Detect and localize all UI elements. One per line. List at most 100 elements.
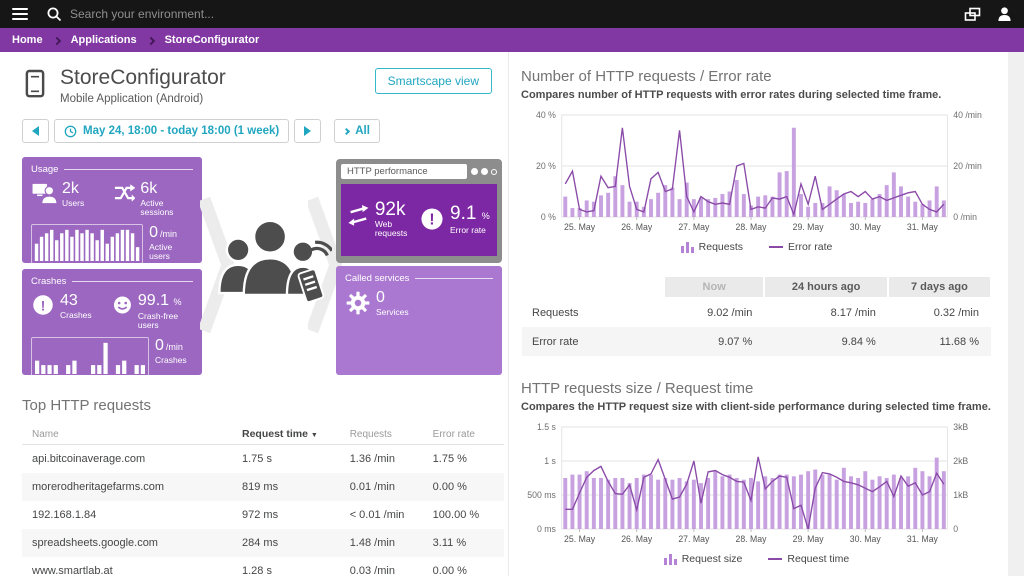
users-icon (31, 181, 57, 205)
column-header-error-rate[interactable]: Error rate (431, 424, 504, 445)
app-subtitle: Mobile Application (Android) (60, 93, 226, 105)
http-performance-label: HTTP performance (341, 164, 467, 179)
requests-error-chart[interactable]: 0 %20 %40 %0 /min20 /min40 /min25. May26… (521, 107, 992, 239)
error-rate-value: 0.00 % (431, 557, 504, 576)
table-row[interactable]: 192.168.1.84 972 ms < 0.01 /min 100.00 % (22, 501, 504, 529)
svg-text:30. May: 30. May (850, 534, 882, 544)
http-performance-tile[interactable]: HTTP performance 92k Web requests (336, 159, 502, 263)
request-name[interactable]: api.bitcoinaverage.com (22, 445, 240, 474)
legend-request-size[interactable]: Request size (664, 553, 743, 565)
comparison-table: Now 24 hours ago 7 days ago Requests 9.0… (521, 275, 992, 356)
request-name[interactable]: 192.168.1.84 (22, 501, 240, 529)
people-with-phone-icon (210, 209, 332, 317)
column-7-days-ago[interactable]: 7 days ago (888, 276, 991, 298)
sort-desc-icon: ▼ (311, 432, 318, 439)
chart-title: HTTP requests size / Request time (521, 380, 992, 397)
metric-24h: 8.17 /min (764, 298, 888, 327)
timeframe-selector: May 24, 18:00 - today 18:00 (1 week) All (22, 119, 502, 143)
request-name[interactable]: www.smartlab.at (22, 557, 240, 576)
crashes-tile[interactable]: Crashes ! 43 Crashes (22, 269, 202, 375)
table-row[interactable]: www.smartlab.at 1.28 s 0.03 /min 0.00 % (22, 557, 504, 576)
top-http-requests-table: Name Request time ▼ Requests Error rate … (22, 424, 504, 576)
svg-text:0 %: 0 % (541, 212, 556, 222)
services-count: 0 (376, 290, 409, 306)
timeframe-prev-button[interactable] (22, 119, 49, 143)
svg-text:1 s: 1 s (544, 456, 556, 466)
crashes-count: 43 (60, 293, 92, 309)
chart-subtitle: Compares number of HTTP requests with er… (521, 89, 992, 101)
svg-text:500 ms: 500 ms (527, 490, 556, 500)
legend-request-time[interactable]: Request time (768, 553, 849, 565)
request-time-value: 972 ms (240, 501, 348, 529)
breadcrumb-home[interactable]: Home (12, 34, 43, 46)
crashes-tile-label: Crashes (31, 276, 66, 287)
size-time-chart[interactable]: 0 ms500 ms1 s1.5 s01kB2kB3kB25. May26. M… (521, 419, 992, 551)
svg-text:31. May: 31. May (907, 222, 939, 232)
svg-text:31. May: 31. May (907, 534, 939, 544)
legend-requests[interactable]: Requests (681, 241, 743, 253)
legend-error-rate[interactable]: Error rate (769, 241, 832, 253)
breadcrumb-current: StoreConfigurator (165, 34, 260, 46)
metric-24h: 9.84 % (764, 327, 888, 356)
chevron-right-icon (146, 36, 154, 44)
timeframe-button[interactable]: May 24, 18:00 - today 18:00 (1 week) (54, 119, 289, 143)
table-row[interactable]: spreadsheets.google.com 284 ms 1.48 /min… (22, 529, 504, 557)
usage-sparkline (34, 227, 140, 261)
mobile-app-icon (22, 66, 48, 102)
requests-value: 0.03 /min (348, 557, 431, 576)
bar-chart-icon (681, 242, 694, 253)
timeframe-next-button[interactable] (294, 119, 321, 143)
request-name[interactable]: spreadsheets.google.com (22, 529, 240, 557)
error-rate-value: 100.00 % (431, 501, 504, 529)
sessions-icon (112, 181, 135, 205)
metric-7d: 11.68 % (888, 327, 991, 356)
column-header-requests[interactable]: Requests (348, 424, 431, 445)
column-header-request-time[interactable]: Request time ▼ (240, 424, 348, 445)
window-switcher-icon[interactable] (964, 7, 981, 22)
svg-text:25. May: 25. May (564, 222, 596, 232)
search-icon[interactable] (46, 6, 62, 22)
requests-value: 1.36 /min (348, 445, 431, 474)
column-header-name[interactable]: Name (22, 424, 240, 445)
search-input[interactable] (70, 7, 390, 21)
gear-icon (345, 290, 371, 316)
column-now[interactable]: Now (664, 276, 764, 298)
metric-now: 9.02 /min (664, 298, 764, 327)
svg-text:0 ms: 0 ms (537, 524, 556, 534)
svg-text:30. May: 30. May (850, 222, 882, 232)
users-count: 2k (62, 181, 84, 197)
error-rate-value: 3.11 % (431, 529, 504, 557)
request-name[interactable]: morerodheritagefarms.com (22, 473, 240, 501)
svg-text:28. May: 28. May (735, 222, 767, 232)
menu-icon[interactable] (12, 8, 28, 20)
all-filter-button[interactable]: All (334, 119, 380, 143)
smartscape-view-button[interactable]: Smartscape view (375, 68, 492, 94)
chevron-right-icon (343, 127, 350, 134)
metric-label: Requests (522, 298, 664, 327)
request-time-value: 819 ms (240, 473, 348, 501)
called-services-tile[interactable]: Called services (336, 266, 502, 375)
svg-text:1kB: 1kB (953, 490, 968, 500)
requests-value: 1.48 /min (348, 529, 431, 557)
usage-tile[interactable]: Usage 2k Users (22, 157, 202, 263)
svg-text:1.5 s: 1.5 s (537, 422, 556, 432)
line-icon (769, 246, 783, 248)
browser-dots-icon (471, 168, 497, 175)
svg-text:40 /min: 40 /min (953, 110, 982, 120)
svg-text:2kB: 2kB (953, 456, 968, 466)
request-time-value: 1.75 s (240, 445, 348, 474)
table-row[interactable]: morerodheritagefarms.com 819 ms 0.01 /mi… (22, 473, 504, 501)
request-time-value: 1.28 s (240, 557, 348, 576)
metric-label: Error rate (522, 327, 664, 356)
user-icon[interactable] (997, 6, 1012, 22)
size-time-chart-block: HTTP requests size / Request time Compar… (521, 380, 992, 565)
requests-value: 0.01 /min (348, 473, 431, 501)
error-rate-value: 0.00 % (431, 473, 504, 501)
comparison-row: Error rate 9.07 % 9.84 % 11.68 % (522, 327, 991, 356)
web-requests-icon (347, 202, 370, 228)
chevron-right-icon (52, 36, 60, 44)
requests-value: < 0.01 /min (348, 501, 431, 529)
table-row[interactable]: api.bitcoinaverage.com 1.75 s 1.36 /min … (22, 445, 504, 474)
breadcrumb-applications[interactable]: Applications (71, 34, 137, 46)
column-24-hours-ago[interactable]: 24 hours ago (764, 276, 888, 298)
